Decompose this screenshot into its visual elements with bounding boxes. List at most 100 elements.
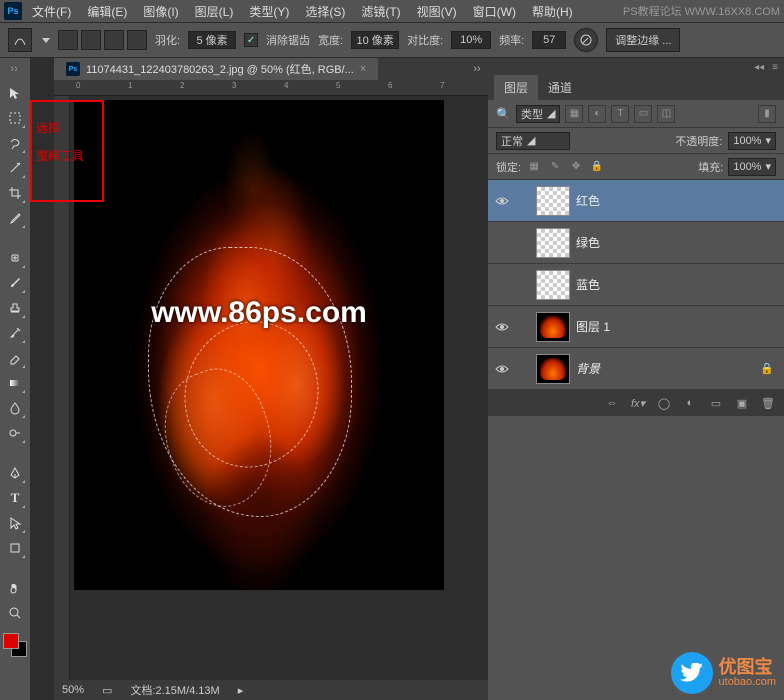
zoom-tool[interactable] [4, 602, 26, 624]
sel-new-icon[interactable] [58, 30, 78, 50]
pen-tool[interactable] [4, 462, 26, 484]
menu-select[interactable]: 选择(S) [299, 1, 351, 22]
filter-adjust-icon[interactable]: ◐ [588, 105, 606, 123]
heal-tool[interactable] [4, 247, 26, 269]
sel-sub-icon[interactable] [104, 30, 124, 50]
antialias-check[interactable]: ✓ [244, 33, 258, 47]
menu-filter[interactable]: 滤镜(T) [355, 1, 406, 22]
layer-thumb[interactable] [536, 354, 570, 384]
width-input[interactable] [351, 31, 399, 49]
layer-thumb[interactable] [536, 312, 570, 342]
wand-tool[interactable] [4, 157, 26, 179]
eye-icon[interactable] [494, 319, 510, 335]
toolbar-step[interactable]: ›› [2, 62, 26, 76]
filter-type-icon[interactable]: T [611, 105, 629, 123]
menu-type[interactable]: 类型(Y) [243, 1, 295, 22]
tab-channels[interactable]: 通道 [538, 75, 582, 100]
filter-toggle-icon[interactable]: ▮ [758, 105, 776, 123]
opacity-input[interactable]: 100%▾ [728, 132, 776, 150]
adjust-layer-icon[interactable]: ◐ [682, 395, 698, 411]
blend-mode-select[interactable]: 正常◢ [496, 132, 570, 150]
eye-icon[interactable] [494, 193, 510, 209]
lock-all-icon[interactable]: 🔒 [589, 159, 605, 174]
eye-icon[interactable] [494, 235, 510, 251]
blur-tool[interactable] [4, 397, 26, 419]
layer-row[interactable]: 红色 [488, 180, 784, 222]
mask-icon[interactable]: ◯ [656, 395, 672, 411]
document-tab[interactable]: Ps 11074431_122403780263_2.jpg @ 50% (红色… [54, 58, 378, 80]
lock-pos-icon[interactable]: ✥ [568, 159, 584, 174]
brush-tool[interactable] [4, 272, 26, 294]
layer-row[interactable]: 图层 1 [488, 306, 784, 348]
layer-thumb[interactable] [536, 186, 570, 216]
contrast-input[interactable] [451, 31, 491, 49]
tab-layers[interactable]: 图层 [494, 75, 538, 100]
sel-add-icon[interactable] [81, 30, 101, 50]
crop-tool[interactable] [4, 182, 26, 204]
layer-row[interactable]: 蓝色 [488, 264, 784, 306]
freq-input[interactable] [532, 31, 566, 49]
filter-pixel-icon[interactable]: ▦ [565, 105, 583, 123]
eye-icon[interactable] [494, 361, 510, 377]
lock-pixels-icon[interactable]: ✎ [547, 159, 563, 174]
fg-color[interactable] [3, 633, 19, 649]
filter-smart-icon[interactable]: ◫ [657, 105, 675, 123]
move-tool[interactable] [4, 82, 26, 104]
layer-name[interactable]: 红色 [576, 192, 778, 209]
layer-name[interactable]: 绿色 [576, 234, 778, 251]
lock-row: 锁定: ▦ ✎ ✥ 🔒 填充: 100%▾ [488, 154, 784, 180]
status-arrow-icon[interactable]: ▸ [238, 684, 244, 697]
menu-edit[interactable]: 编辑(E) [81, 1, 133, 22]
group-icon[interactable]: ▭ [708, 395, 724, 411]
layer-row[interactable]: 绿色 [488, 222, 784, 264]
sel-int-icon[interactable] [127, 30, 147, 50]
close-tab-icon[interactable]: × [360, 63, 366, 75]
type-tool[interactable]: T [4, 487, 26, 509]
link-layers-icon[interactable]: ⇔ [604, 395, 620, 411]
ruler-horizontal[interactable]: 0 1 2 3 4 5 6 7 [54, 80, 488, 96]
trash-icon[interactable]: 🗑 [760, 395, 776, 411]
lasso-tool[interactable] [4, 132, 26, 154]
fx-icon[interactable]: fx▾ [630, 395, 646, 411]
gradient-tool[interactable] [4, 372, 26, 394]
layer-row[interactable]: 背景🔒 [488, 348, 784, 390]
fill-input[interactable]: 100%▾ [728, 158, 776, 176]
panel-collapse-icon[interactable]: ◂◂ [754, 62, 764, 73]
new-layer-icon[interactable]: ▣ [734, 395, 750, 411]
eraser-tool[interactable] [4, 347, 26, 369]
panel-menu-icon[interactable]: ≡ [772, 62, 778, 73]
eyedropper-tool[interactable] [4, 207, 26, 229]
path-select-tool[interactable] [4, 512, 26, 534]
hand-tool[interactable] [4, 577, 26, 599]
refine-edge-button[interactable]: 调整边缘 ... [606, 28, 680, 52]
color-swatch[interactable] [3, 633, 27, 657]
lock-trans-icon[interactable]: ▦ [526, 159, 542, 174]
menu-image[interactable]: 图像(I) [137, 1, 184, 22]
tool-preset-icon[interactable] [8, 28, 32, 52]
menu-file[interactable]: 文件(F) [26, 1, 77, 22]
layer-name[interactable]: 蓝色 [576, 276, 778, 293]
layer-thumb[interactable] [536, 228, 570, 258]
tab-overflow[interactable]: ›› [466, 63, 488, 75]
pressure-icon[interactable] [574, 28, 598, 52]
stamp-tool[interactable] [4, 297, 26, 319]
menu-help[interactable]: 帮助(H) [526, 1, 579, 22]
dodge-tool[interactable] [4, 422, 26, 444]
filter-kind-select[interactable]: 类型◢ [516, 105, 560, 123]
layer-name[interactable]: 图层 1 [576, 318, 778, 335]
tool-preset-arrow[interactable] [42, 38, 50, 43]
layer-thumb[interactable] [536, 270, 570, 300]
feather-input[interactable] [188, 31, 236, 49]
history-brush-tool[interactable] [4, 322, 26, 344]
menu-layer[interactable]: 图层(L) [189, 1, 240, 22]
menu-view[interactable]: 视图(V) [411, 1, 463, 22]
zoom-value[interactable]: 50% [62, 684, 84, 696]
filter-shape-icon[interactable]: ▭ [634, 105, 652, 123]
menu-window[interactable]: 窗口(W) [467, 1, 522, 22]
canvas[interactable]: www.86ps.com [74, 100, 444, 590]
layer-name[interactable]: 背景 [576, 360, 754, 377]
marquee-tool[interactable] [4, 107, 26, 129]
eye-icon[interactable] [494, 277, 510, 293]
zoom-nav-icon[interactable]: ▭ [102, 684, 112, 697]
shape-tool[interactable] [4, 537, 26, 559]
